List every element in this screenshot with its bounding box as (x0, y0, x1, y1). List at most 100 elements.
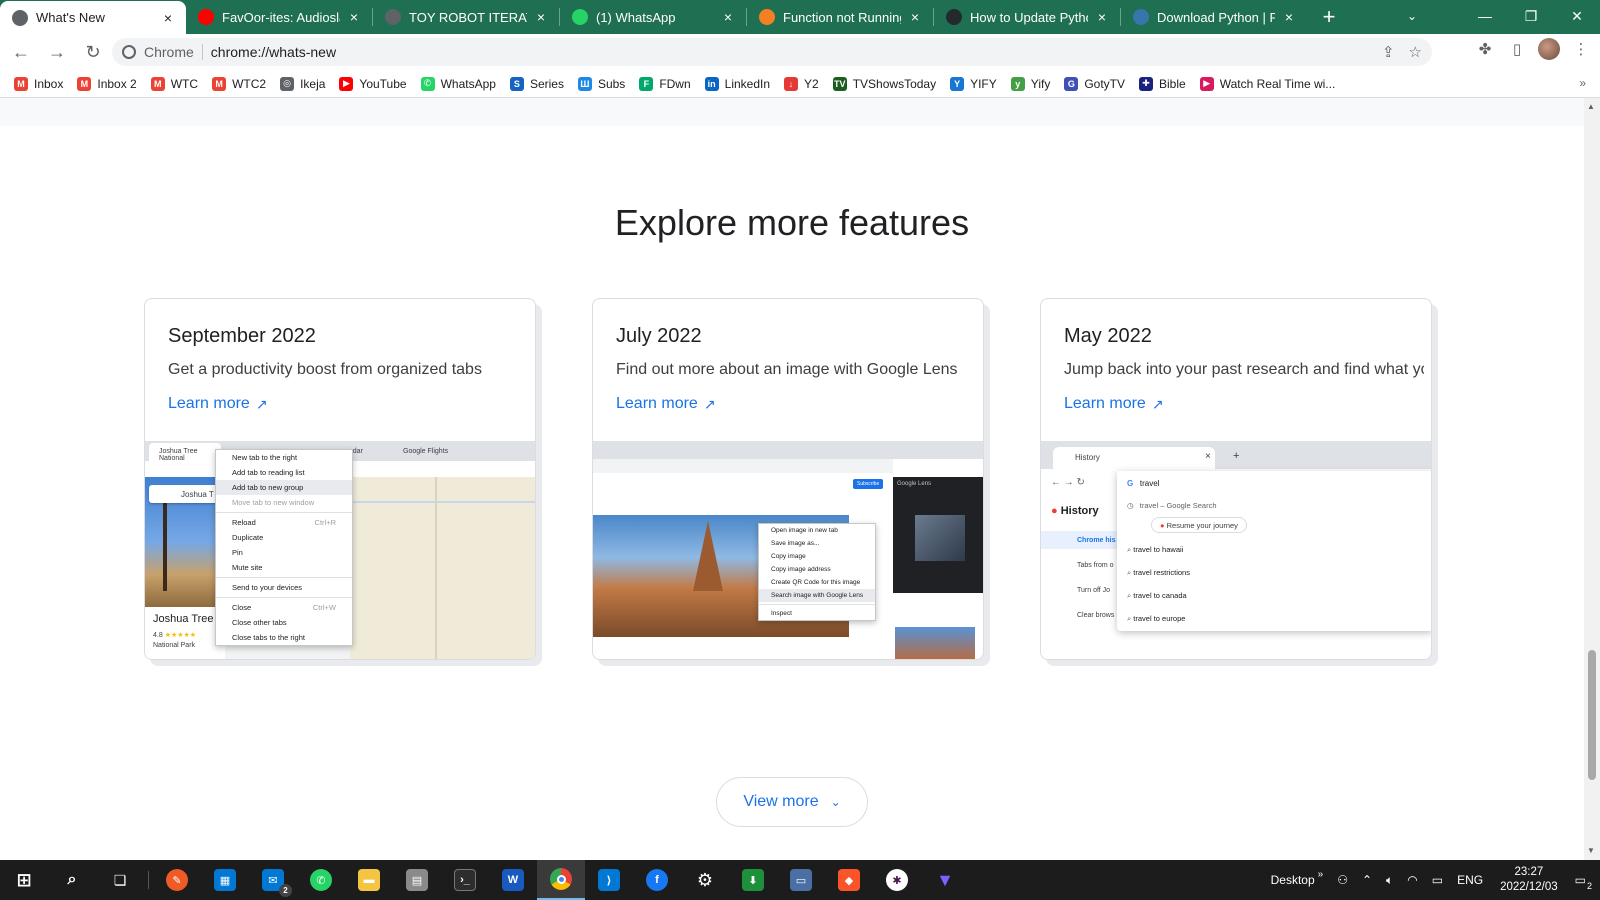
chrome-taskbar-icon[interactable] (537, 860, 585, 900)
start-windows-icon[interactable]: ⊞ (0, 860, 48, 900)
view-more-button[interactable]: View more ⌄ (716, 777, 868, 827)
menu-kebab-icon[interactable]: ⋮ (1570, 38, 1592, 60)
tray-expand-icon[interactable]: ⌃ (1362, 873, 1372, 887)
feature-card-september: September 2022 Get a productivity boost … (144, 298, 536, 660)
play-icon: ▶ (1199, 76, 1214, 91)
page-top-band (0, 98, 1584, 126)
restore-icon[interactable]: ❐ (1508, 0, 1554, 32)
photos-icon[interactable]: ▤ (393, 860, 441, 900)
wifi-icon[interactable]: ◠ (1407, 873, 1417, 887)
desktop-overflow-icon[interactable]: » (1318, 869, 1324, 880)
bookmark-label: Subs (597, 76, 626, 91)
learn-more-link[interactable]: Learn more ↗ (616, 395, 716, 413)
tab-close-icon[interactable]: × (160, 10, 176, 26)
side-panel-icon[interactable]: ▯ (1506, 38, 1528, 60)
people-icon[interactable]: ⚇ (1337, 873, 1348, 887)
mini-rating: 4.8 ★★★★★ (153, 631, 196, 639)
browser-tab[interactable]: How to Update Python × (934, 0, 1120, 34)
clock[interactable]: 23:27 2022/12/03 (1500, 865, 1558, 895)
scroll-up-icon[interactable]: ▲ (1587, 102, 1595, 111)
tab-close-icon[interactable]: × (1094, 9, 1110, 25)
download-manager-icon[interactable]: ⬇ (729, 860, 777, 900)
browser-tab[interactable]: Download Python | Pyth × (1121, 0, 1307, 34)
scroll-down-icon[interactable]: ▼ (1587, 846, 1595, 855)
file-explorer-icon[interactable]: ▬ (345, 860, 393, 900)
browser-tab[interactable]: TOY ROBOT ITERATION × (373, 0, 559, 34)
share-icon[interactable]: ⇪ (1382, 43, 1395, 61)
bookmark-item[interactable]: ▶ YouTube (339, 76, 407, 91)
facebook-icon[interactable]: f (633, 860, 681, 900)
tab-close-icon[interactable]: × (533, 9, 549, 25)
brave-icon[interactable]: ◆ (825, 860, 873, 900)
bookmark-item[interactable]: M Inbox (14, 76, 63, 91)
notification-center-icon[interactable]: ▭ 2 (1575, 873, 1592, 891)
reload-icon[interactable]: ↻ (78, 37, 108, 67)
tab-close-icon[interactable]: × (1281, 9, 1297, 25)
bookmark-star-icon[interactable]: ☆ (1409, 43, 1422, 61)
mini-google-search-text: travel – Google Search (1139, 501, 1217, 510)
lens-crop-image (915, 515, 965, 561)
bookmark-item[interactable]: Ш Subs (577, 76, 626, 91)
bookmark-item[interactable]: ▶ Watch Real Time wi... (1199, 76, 1335, 91)
scroll-thumb[interactable] (1588, 650, 1596, 780)
menu-item-label: Close (232, 603, 252, 612)
language-indicator[interactable]: ENG (1457, 873, 1483, 887)
back-icon[interactable]: ← (6, 37, 36, 67)
bookmark-item[interactable]: M Inbox 2 (77, 76, 137, 91)
site-chip[interactable]: Chrome (122, 44, 203, 60)
tab-close-icon[interactable]: × (907, 9, 923, 25)
terminal-icon[interactable]: ›_ (441, 860, 489, 900)
vpn-icon[interactable]: ▼ (921, 860, 969, 900)
extensions-icon[interactable]: ✤ (1474, 38, 1496, 60)
settings-gear-icon[interactable]: ⚙ (681, 860, 729, 900)
volume-icon[interactable]: 🔈︎ (1386, 873, 1393, 888)
learn-more-link[interactable]: Learn more ↗ (1064, 395, 1164, 413)
mail-icon[interactable]: ✉ 2 (249, 860, 297, 900)
browser-tab[interactable]: (1) WhatsApp × (560, 0, 746, 34)
close-window-icon[interactable]: ✕ (1554, 0, 1600, 32)
bookmarks-overflow-icon[interactable]: » (1579, 76, 1586, 90)
whatsapp-icon[interactable]: ✆ (297, 860, 345, 900)
postman-icon[interactable]: ✎ (153, 860, 201, 900)
menu-divider (759, 604, 875, 605)
toolbar-right: ✤ ▯ ⋮ (1474, 38, 1592, 60)
tab-close-icon[interactable]: × (346, 9, 362, 25)
store-icon[interactable]: ▦ (201, 860, 249, 900)
new-tab-button[interactable]: + (1313, 0, 1345, 34)
learn-more-link[interactable]: Learn more ↗ (168, 395, 268, 413)
url-text[interactable]: chrome://whats-new (211, 44, 336, 60)
bookmark-item[interactable]: ↓ Y2 (784, 76, 819, 91)
bookmark-item[interactable]: ✚ Bible (1139, 76, 1186, 91)
bookmarks-bar: M Inbox M Inbox 2 M WTC M WTC2 ◎ Ikeja ▶ YouTube ✆ Wh… (0, 70, 1600, 98)
bookmark-item[interactable]: Y YIFY (950, 76, 997, 91)
bookmark-item[interactable]: M WTC (150, 76, 198, 91)
word-icon[interactable]: W (489, 860, 537, 900)
tab-close-icon[interactable]: × (720, 9, 736, 25)
bookmark-item[interactable]: in LinkedIn (704, 76, 770, 91)
browser-tab[interactable]: FavOor-ites: Audioslave × (186, 0, 372, 34)
slack-icon[interactable]: ✱ (873, 860, 921, 900)
browser-tab[interactable]: Function not Running in × (747, 0, 933, 34)
bookmark-item[interactable]: S Series (509, 76, 564, 91)
battery-icon[interactable]: ▭ (1432, 873, 1443, 887)
bookmark-item[interactable]: ◎ Ikeja (280, 76, 325, 91)
browser-tab[interactable]: What's New × (0, 1, 186, 34)
forward-icon[interactable]: → (42, 37, 72, 67)
bookmark-item[interactable]: y Yify (1010, 76, 1050, 91)
desktop-toolbar-label[interactable]: Desktop (1271, 873, 1315, 887)
tab-search-icon[interactable]: ⌄ (1394, 0, 1430, 32)
bookmark-item[interactable]: F FDwn (639, 76, 691, 91)
address-bar[interactable]: Chrome chrome://whats-new ⇪ ☆ (112, 38, 1432, 66)
page-scrollbar[interactable]: ▲ ▼ (1584, 98, 1600, 860)
search-icon[interactable]: ⌕ (48, 860, 96, 900)
menu-item: Inspect (771, 610, 792, 617)
vscode-icon[interactable]: ⟩ (585, 860, 633, 900)
minimize-icon[interactable]: — (1462, 0, 1508, 32)
bookmark-item[interactable]: TV TVShowsToday (832, 76, 936, 91)
remote-desktop-icon[interactable]: ▭ (777, 860, 825, 900)
bookmark-item[interactable]: M WTC2 (212, 76, 266, 91)
bookmark-item[interactable]: ✆ WhatsApp (420, 76, 496, 91)
task-view-icon[interactable]: ❏ (96, 860, 144, 900)
bookmark-item[interactable]: G GotyTV (1064, 76, 1125, 91)
profile-avatar[interactable] (1538, 38, 1560, 60)
